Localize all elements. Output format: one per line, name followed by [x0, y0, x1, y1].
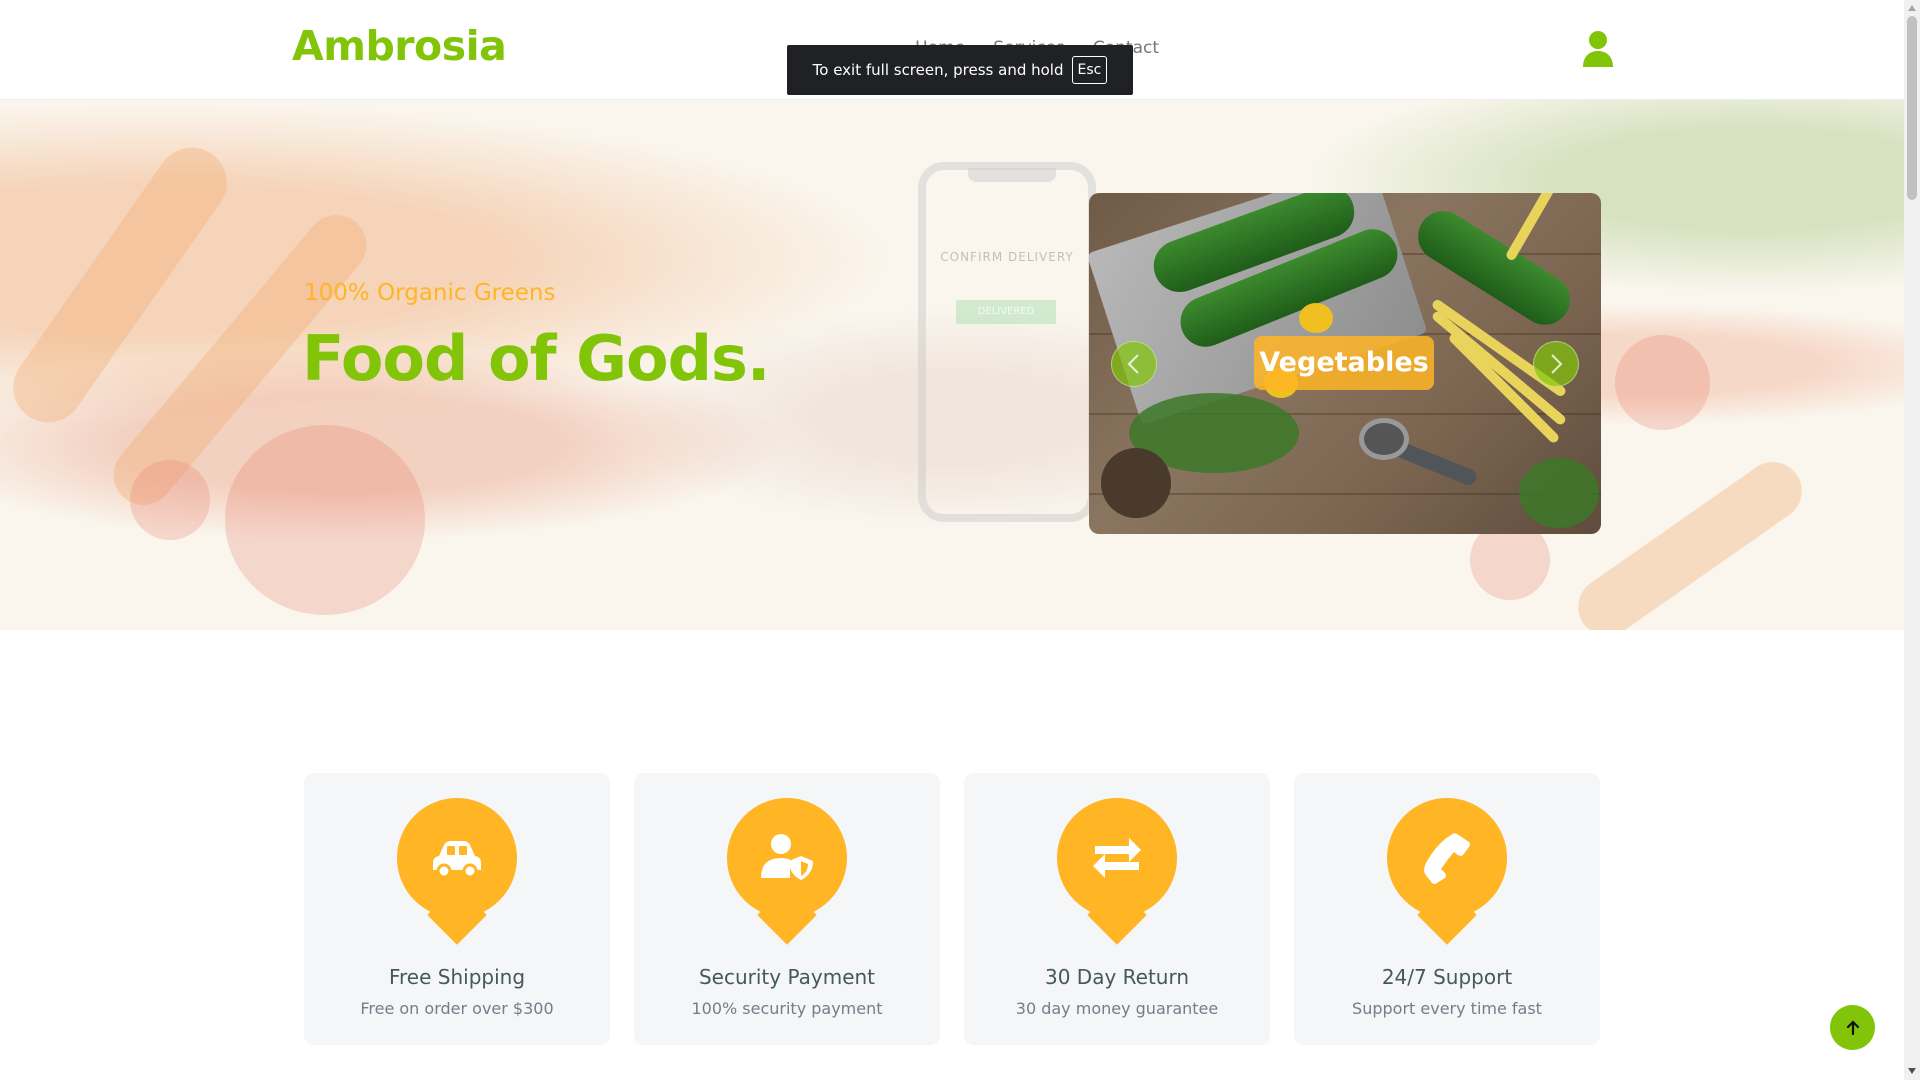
phone-icon: [1424, 833, 1470, 884]
scroll-down-arrow[interactable]: [1908, 1068, 1916, 1074]
feature-card-security: Security Payment 100% security payment: [634, 773, 940, 1045]
features-row: Free Shipping Free on order over $300 Se…: [304, 773, 1600, 1045]
feature-card-support: 24/7 Support Support every time fast: [1294, 773, 1600, 1045]
user-icon[interactable]: [1582, 30, 1614, 68]
feature-subtitle: Support every time fast: [1352, 999, 1542, 1018]
page-scrollbar[interactable]: [1904, 0, 1920, 1080]
phone-confirm-text: CONFIRM DELIVERY: [940, 250, 1074, 264]
feature-card-shipping: Free Shipping Free on order over $300: [304, 773, 610, 1045]
hero-section: CONFIRM DELIVERY DELIVERED 100% Organic …: [0, 100, 1904, 630]
wood-stump: [1101, 448, 1171, 518]
phone-delivered-button: DELIVERED: [956, 300, 1056, 324]
user-shield-icon: [761, 834, 813, 880]
carrot-decoration: [1566, 450, 1814, 630]
feature-badge: [1057, 798, 1177, 918]
parsley-herb: [1519, 458, 1599, 528]
chevron-right-icon: [1551, 354, 1563, 374]
feature-subtitle: 100% security payment: [691, 999, 883, 1018]
tomato-decoration: [130, 460, 210, 540]
feature-subtitle: 30 day money guarantee: [1015, 999, 1219, 1018]
small-bowl: [1359, 418, 1409, 460]
car-icon: [433, 841, 481, 879]
phone-illustration: CONFIRM DELIVERY DELIVERED: [918, 162, 1096, 522]
tomato-decoration: [1615, 335, 1710, 430]
feature-title: 30 Day Return: [1044, 965, 1190, 989]
yellow-tomato: [1299, 303, 1333, 333]
site-logo[interactable]: Ambrosia: [292, 22, 507, 70]
esc-key-hint: Esc: [1071, 56, 1108, 84]
feature-badge: [727, 798, 847, 918]
arrow-up-icon: [1846, 1019, 1859, 1035]
feature-subtitle: Free on order over $300: [360, 999, 554, 1018]
feature-title: 24/7 Support: [1381, 965, 1513, 989]
exchange-icon: [1093, 838, 1141, 878]
feature-title: Security Payment: [698, 965, 876, 989]
carousel-slide-label[interactable]: Vegetables: [1254, 336, 1434, 390]
hero-headline: Food of Gods.: [302, 322, 770, 395]
scroll-up-arrow[interactable]: [1908, 5, 1916, 11]
yellow-bean: [1504, 193, 1564, 262]
back-to-top-button[interactable]: [1830, 1005, 1875, 1050]
scrollbar-thumb[interactable]: [1907, 16, 1917, 200]
feature-badge: [397, 798, 517, 918]
feature-badge: [1387, 798, 1507, 918]
carousel-next-button[interactable]: [1533, 341, 1579, 387]
feature-card-return: 30 Day Return 30 day money guarantee: [964, 773, 1270, 1045]
tomato-decoration: [225, 425, 425, 615]
carousel-prev-button[interactable]: [1111, 341, 1157, 387]
feature-title: Free Shipping: [388, 965, 526, 989]
toast-text: To exit full screen, press and hold: [812, 61, 1064, 79]
phone-notch: [968, 168, 1056, 182]
hero-carousel[interactable]: Vegetables: [1089, 193, 1601, 534]
fullscreen-exit-toast: To exit full screen, press and hold Esc: [787, 45, 1133, 95]
chevron-left-icon: [1127, 354, 1139, 374]
hero-tagline: 100% Organic Greens: [304, 280, 556, 306]
